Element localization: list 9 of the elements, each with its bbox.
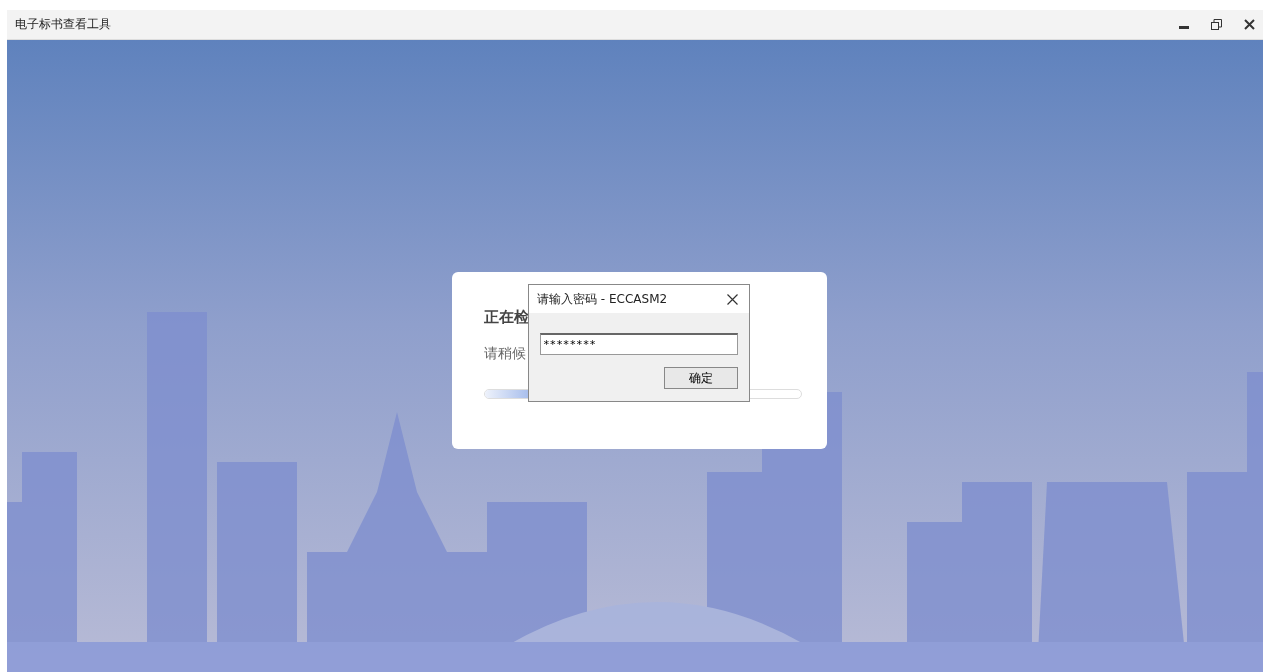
- close-icon[interactable]: [1244, 19, 1255, 30]
- card-heading: 正在检: [484, 308, 529, 327]
- card-message: 请稍候: [484, 345, 526, 363]
- ok-button[interactable]: 确定: [664, 367, 738, 389]
- window-title: 电子标书查看工具: [15, 16, 111, 33]
- password-field[interactable]: ********: [540, 333, 738, 355]
- dialog-title: 请输入密码 - ECCASM2: [537, 290, 668, 308]
- restore-icon[interactable]: [1211, 19, 1222, 30]
- close-icon[interactable]: [727, 293, 738, 305]
